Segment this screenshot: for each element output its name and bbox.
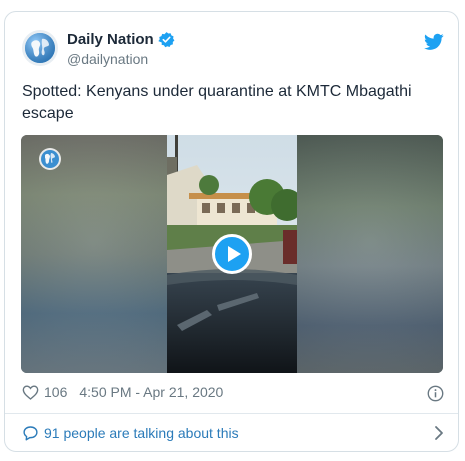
like-count[interactable]: 106	[44, 384, 67, 400]
user-handle[interactable]: @dailynation	[67, 51, 148, 67]
tweet-text: Spotted: Kenyans under quarantine at KMT…	[22, 83, 412, 122]
video-blur-right	[297, 135, 443, 373]
timestamp[interactable]: 4:50 PM - Apr 21, 2020	[79, 384, 223, 400]
play-button[interactable]	[212, 234, 252, 274]
tweet-card[interactable]: Daily Nation @dailynation Spotted: Kenya…	[4, 11, 459, 452]
talking-count-text[interactable]: 91 people are talking about this	[44, 425, 239, 441]
play-icon	[227, 246, 241, 262]
video-player[interactable]	[21, 135, 443, 373]
info-icon[interactable]	[427, 385, 444, 402]
channel-globe-icon	[39, 148, 61, 170]
divider	[5, 413, 458, 414]
tweet-meta: 106 4:50 PM - Apr 21, 2020	[22, 384, 223, 400]
video-blur-left	[21, 135, 167, 373]
heart-icon[interactable]	[22, 385, 39, 400]
chevron-right-icon[interactable]	[434, 425, 444, 441]
display-name[interactable]: Daily Nation	[67, 31, 154, 48]
conversation-link[interactable]: 91 people are talking about this	[22, 423, 444, 443]
speech-bubble-icon	[23, 426, 38, 441]
avatar-globe-icon	[25, 33, 55, 63]
twitter-bird-icon[interactable]	[424, 33, 444, 51]
author-name-row[interactable]: Daily Nation	[67, 31, 175, 48]
verified-icon	[158, 32, 175, 48]
avatar[interactable]	[22, 30, 58, 66]
